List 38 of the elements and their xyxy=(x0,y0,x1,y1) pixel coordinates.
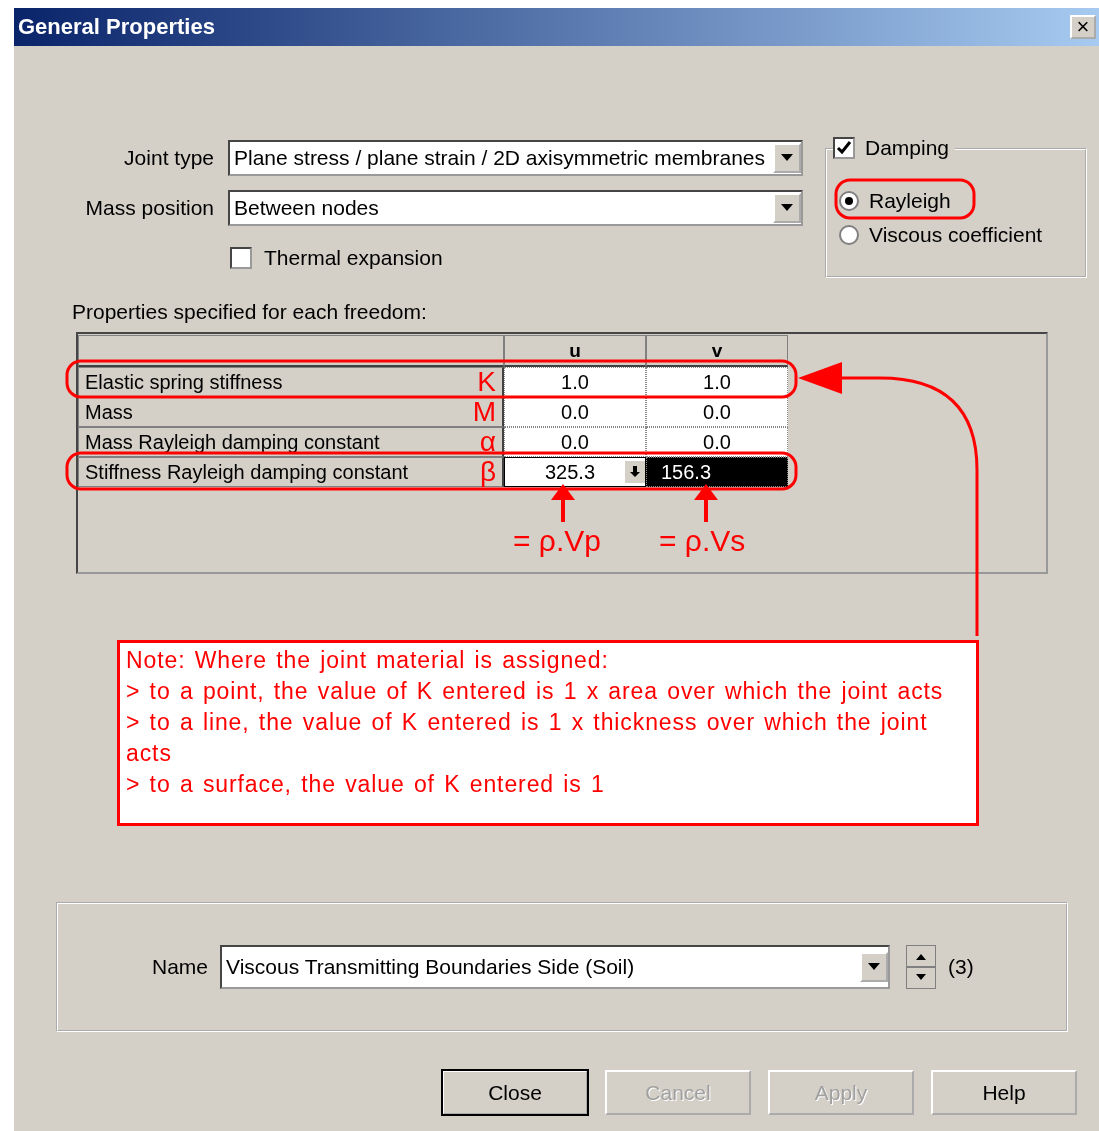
value-dropdown[interactable]: 325.3 xyxy=(504,457,646,487)
note-text: > to a surface, the value of K entered is 1 xyxy=(126,770,606,799)
formula-annotation: = ρ.Vp xyxy=(513,524,601,558)
row-label: Mass Rayleigh damping constant xyxy=(85,430,380,454)
table-cell[interactable]: 156.3 xyxy=(646,457,788,487)
table-cell[interactable]: 0.0 xyxy=(504,427,646,457)
row-label: Mass xyxy=(85,400,133,424)
table-cell[interactable]: 0.0 xyxy=(646,397,788,427)
checkbox-label: Thermal expansion xyxy=(264,246,443,270)
item-count: (3) xyxy=(948,955,974,979)
symbol-label: α xyxy=(479,428,496,456)
note-text: > to a point, the value of K entered is 1 x area over which the joint acts xyxy=(126,677,945,706)
radio-label: Rayleigh xyxy=(869,189,951,213)
dialog-button[interactable]: Close xyxy=(442,1070,588,1115)
table-cell[interactable]: 0.0 xyxy=(504,397,646,427)
note-text: Note: Where the joint material is assigned: xyxy=(126,646,610,675)
name-dropdown[interactable]: Viscous Transmitting Boundaries Side (Soil) xyxy=(220,945,891,989)
field-label: Joint type xyxy=(123,146,214,170)
field-label: Name xyxy=(152,955,209,979)
formula-annotation: = ρ.Vs xyxy=(659,524,746,558)
radio-label: Viscous coefficient xyxy=(869,223,1043,247)
table-cell[interactable]: 0.0 xyxy=(646,427,788,457)
mass-position-dropdown[interactable]: Between nodes xyxy=(228,190,803,226)
section-caption: Properties specified for each freedom: xyxy=(72,300,428,324)
row-label: Elastic spring stiffness xyxy=(85,370,283,394)
row-label: Stiffness Rayleigh damping constant xyxy=(85,460,409,484)
joint-type-dropdown[interactable]: Plane stress / plane strain / 2D axisymmetric membranes xyxy=(228,140,803,176)
symbol-label: β xyxy=(479,458,496,486)
symbol-label: M xyxy=(472,398,496,426)
note-text: > to a line, the value of K entered is 1 x thickness over which the joint acts xyxy=(126,708,929,768)
symbol-label: K xyxy=(477,368,496,396)
close-button[interactable]: × xyxy=(1070,15,1096,39)
dialog-button[interactable]: Help xyxy=(931,1070,1077,1115)
checkbox-label: Damping xyxy=(865,136,950,160)
field-label: Mass position xyxy=(84,196,214,220)
table-cell[interactable]: 1.0 xyxy=(504,367,646,397)
window-title: General Properties xyxy=(18,14,215,40)
table-cell[interactable]: 1.0 xyxy=(646,367,788,397)
